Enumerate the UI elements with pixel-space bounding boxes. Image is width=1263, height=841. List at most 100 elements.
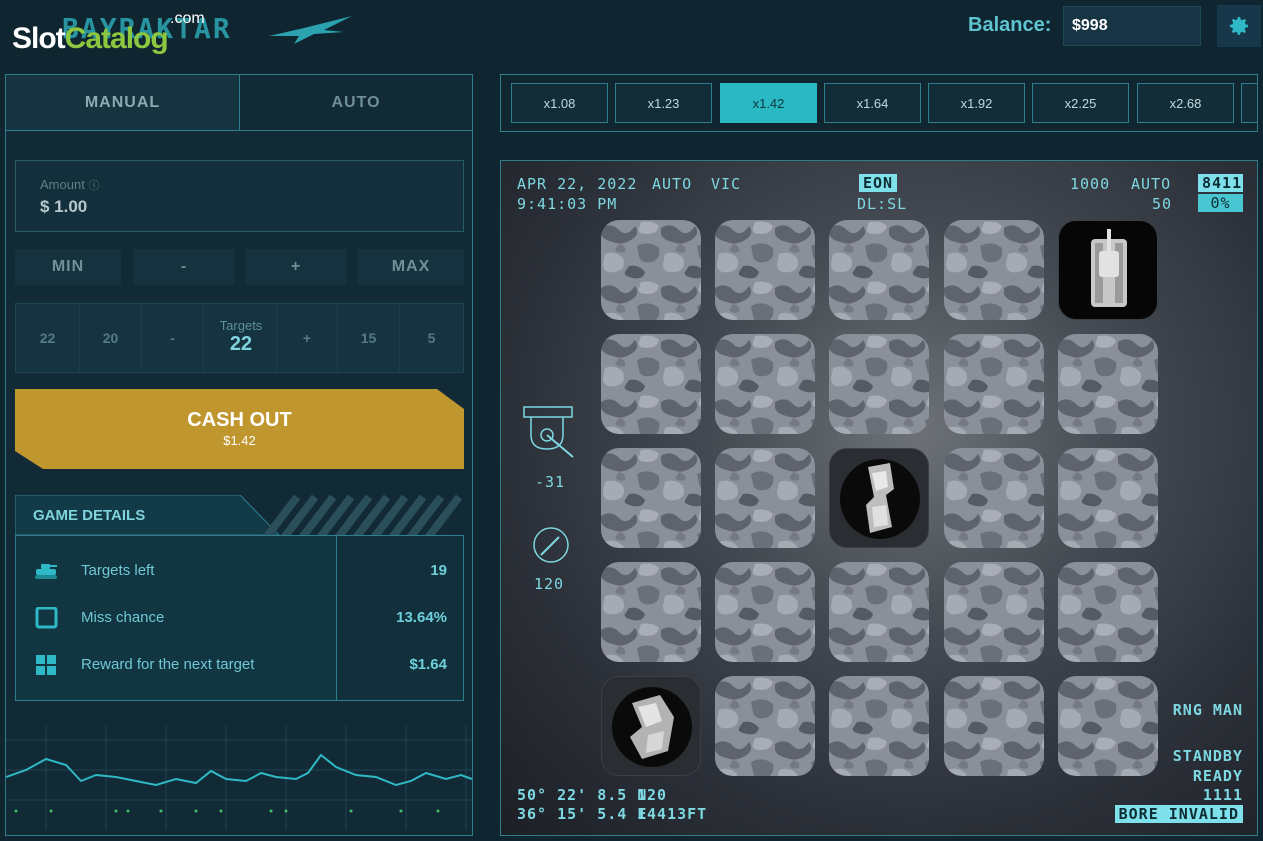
hud-code: 1111 [1202,786,1243,804]
targets-label: Targets [219,318,263,333]
watermark: SlotCatalog [12,22,169,56]
cashout-button[interactable]: CASH OUT $1.42 [15,389,464,469]
camo-texture [944,448,1044,548]
hud-bore-status: BORE INVALID [1114,805,1243,823]
camo-texture [1058,562,1158,662]
hud-latitude: 50° 22' 8.5 N [517,786,648,804]
grid-tile-r1c0[interactable] [601,334,701,434]
details-value: $1.64 [409,656,447,673]
grid-tile-r3c3[interactable] [944,562,1044,662]
targets-option-5[interactable]: 5 [400,304,463,372]
hud-date: APR 22, 2022 [517,175,638,193]
grid-tile-r0c2[interactable] [829,220,929,320]
grid-tile-r2c0[interactable] [601,448,701,548]
grid-tile-r4c4[interactable] [1058,676,1158,776]
hud-right-mode: AUTO [1131,175,1172,193]
wreck-target-icon [612,687,692,767]
details-value: 19 [430,562,447,579]
hud-rng-status: RNG MAN [1172,701,1243,719]
grid-tile-r0c1[interactable] [715,220,815,320]
targets-option-20[interactable]: 20 [80,304,142,372]
details-row-targets-left: Targets left 19 [16,556,463,586]
radar-chart-decoration [6,725,472,830]
game-details-panel: GAME DETAILS Targets left 19 Miss chance… [15,495,464,701]
targets-display: Targets 22 [206,304,276,372]
camo-texture [1058,676,1158,776]
grid-tile-r1c4[interactable] [1058,334,1158,434]
grid-tile-r4c1[interactable] [715,676,815,776]
grid-tile-r3c1[interactable] [715,562,815,662]
amount-label-text: Amount [40,177,85,192]
amount-field[interactable]: Amount ⓘ $ 1.00 [15,160,464,232]
targets-option-22[interactable]: 22 [16,304,80,372]
details-row-miss-chance: Miss chance 13.64% [16,603,463,633]
camo-texture [829,220,929,320]
grid-tile-r0c4-tank [1058,220,1158,320]
watermark-suffix: .com [170,10,205,27]
settings-button[interactable] [1217,5,1261,47]
increase-button[interactable]: + [246,249,346,285]
amount-input[interactable]: $ 1.00 [40,197,439,217]
camo-texture [829,676,929,776]
multiplier-chip-active: x1.42 [720,83,817,123]
details-value: 13.64% [396,609,447,626]
grid-tile-r4c3[interactable] [944,676,1044,776]
hud-right-num1: 1000 [1070,175,1111,193]
hud-altitude: 14413FT [637,805,708,823]
targets-decrease-button[interactable]: - [142,304,204,372]
game-details-title: GAME DETAILS [33,507,146,524]
grid-tile-r2c3[interactable] [944,448,1044,548]
camo-texture [1058,334,1158,434]
tab-manual[interactable]: MANUAL [6,75,240,130]
camo-texture [715,334,815,434]
grid-tile-r1c3[interactable] [944,334,1044,434]
square-icon [35,607,58,629]
grid-tile-r0c3[interactable] [944,220,1044,320]
pitch-gauge-icon [523,406,574,458]
camo-texture [715,220,815,320]
targets-option-15[interactable]: 15 [338,304,400,372]
balance-label: Balance: [968,14,1052,36]
gear-icon [1230,17,1248,35]
grid-tile-r2c4[interactable] [1058,448,1158,548]
decrease-button[interactable]: - [134,249,234,285]
multiplier-chip: x2.68 [1137,83,1234,123]
camo-texture [944,562,1044,662]
tab-auto[interactable]: AUTO [240,75,472,130]
details-label: Reward for the next target [81,656,255,673]
multiplier-chip: x1.92 [928,83,1025,123]
bet-panel: MANUAL AUTO Amount ⓘ $ 1.00 MIN - + MAX … [5,74,473,836]
multiplier-chip: x1.64 [824,83,921,123]
targets-increase-button[interactable]: + [276,304,338,372]
grid-tile-r3c2[interactable] [829,562,929,662]
hud-right-box2: 0% [1198,194,1243,212]
grid-tile-r3c0[interactable] [601,562,701,662]
hud-gauge2-value: 120 [534,575,565,593]
watermark-brand: Slot [12,22,66,55]
max-button[interactable]: MAX [358,249,464,285]
camo-texture [601,448,701,548]
cashout-label: CASH OUT [187,409,292,431]
multiplier-chip: x1.23 [615,83,712,123]
grid-tile-r0c0[interactable] [601,220,701,320]
targets-value: 22 [229,333,253,355]
details-row-reward: Reward for the next target $1.64 [16,650,463,680]
hud-right-num2: 50 [1152,195,1173,213]
hud-center-sub: DL:SL [857,195,908,213]
grid-tile-r3c4[interactable] [1058,562,1158,662]
hud-ready: READY [1192,767,1243,785]
min-button[interactable]: MIN [15,249,121,285]
grid-tile-r1c2[interactable] [829,334,929,434]
grid-tile-r1c1[interactable] [715,334,815,434]
camo-texture [829,334,929,434]
camo-texture [601,220,701,320]
grid-tile-r2c1[interactable] [715,448,815,548]
hud-longitude: 36° 15' 5.4 E [517,805,648,823]
camo-texture [715,448,815,548]
grid-tile-r4c2[interactable] [829,676,929,776]
grid-icon [36,655,56,675]
camo-texture [944,676,1044,776]
hud-gauge1-value: -31 [535,473,566,491]
camo-texture [715,562,815,662]
grid-tile-r4c0-wreck [601,676,701,776]
